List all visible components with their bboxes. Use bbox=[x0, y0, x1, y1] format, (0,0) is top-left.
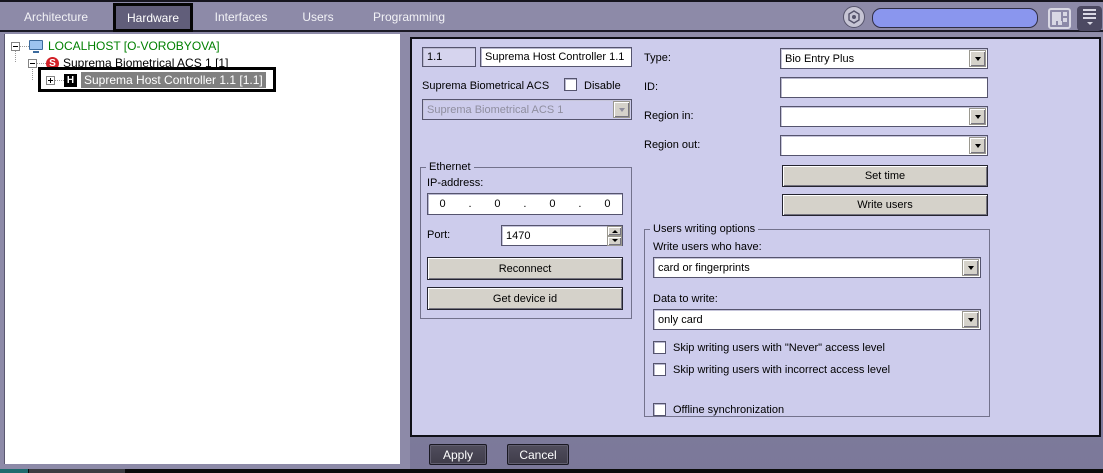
menu-item-label: Hardware bbox=[126, 10, 180, 25]
parent-object-dropdown: Suprema Biometrical ACS 1 bbox=[422, 99, 632, 120]
chevron-down-icon bbox=[613, 101, 630, 118]
search-input[interactable] bbox=[872, 8, 1038, 28]
chevron-down-icon[interactable] bbox=[969, 50, 986, 67]
collapse-icon[interactable] bbox=[11, 41, 20, 51]
controller-settings-panel: Suprema Biometrical ACS Disable Suprema … bbox=[410, 37, 1101, 437]
users-writing-options-group: Users writing options Write users who ha… bbox=[644, 223, 990, 417]
expand-icon[interactable] bbox=[46, 75, 55, 85]
ip-octet: 0 bbox=[494, 198, 501, 210]
set-time-button[interactable]: Set time bbox=[782, 165, 988, 187]
gear-glyph bbox=[848, 10, 860, 24]
suprema-s-icon: S bbox=[46, 56, 59, 70]
region-in-dropdown[interactable] bbox=[780, 106, 988, 127]
menu-item-label: Programming bbox=[372, 10, 446, 24]
skip-incorrect-access-checkbox[interactable] bbox=[653, 363, 666, 376]
tree-node-suprema-acs[interactable]: S Suprema Biometrical ACS 1 [1] bbox=[28, 55, 228, 71]
spin-down-icon[interactable] bbox=[607, 236, 622, 246]
chevron-down-icon[interactable] bbox=[969, 108, 986, 125]
device-id-field[interactable] bbox=[780, 77, 988, 98]
write-users-button[interactable]: Write users bbox=[782, 194, 988, 216]
type-dropdown[interactable]: Bio Entry Plus bbox=[780, 48, 988, 69]
chevron-down-icon[interactable] bbox=[969, 137, 986, 154]
collapse-icon[interactable] bbox=[28, 58, 37, 68]
apply-button[interactable]: Apply bbox=[429, 444, 487, 465]
write-users-who-have-dropdown[interactable]: card or fingerprints bbox=[653, 257, 981, 278]
ip-address-label: IP-address: bbox=[427, 177, 484, 189]
ip-address-input[interactable]: 0 . 0 . 0 . 0 bbox=[427, 193, 623, 215]
ip-separator: . bbox=[523, 198, 527, 210]
parent-type-label: Suprema Biometrical ACS bbox=[422, 80, 550, 92]
taskbar-start-segment bbox=[0, 469, 28, 473]
tree-node-label[interactable]: Suprema Biometrical ACS 1 [1] bbox=[63, 56, 228, 70]
offline-synchronization-checkbox[interactable] bbox=[653, 403, 666, 416]
layout-grid-icon[interactable] bbox=[1046, 6, 1073, 31]
disable-label: Disable bbox=[584, 80, 621, 92]
disable-checkbox[interactable] bbox=[564, 78, 577, 91]
skip-never-access-row[interactable]: Skip writing users with "Never" access l… bbox=[653, 341, 885, 354]
data-to-write-label: Data to write: bbox=[653, 293, 718, 305]
tree-node-label[interactable]: LOCALHOST [O-VOROBYOVA] bbox=[48, 39, 220, 53]
tree-node-label[interactable]: Suprema Host Controller 1.1 [1.1] bbox=[81, 72, 266, 88]
checkbox-label: Offline synchronization bbox=[673, 403, 785, 416]
dropdown-value: only card bbox=[658, 313, 703, 326]
reconnect-button[interactable]: Reconnect bbox=[427, 257, 623, 280]
port-input[interactable] bbox=[501, 225, 623, 246]
port-label: Port: bbox=[427, 229, 451, 241]
spin-up-icon[interactable] bbox=[607, 226, 622, 236]
data-to-write-dropdown[interactable]: only card bbox=[653, 309, 981, 330]
hamburger-menu-icon[interactable] bbox=[1077, 6, 1102, 31]
menu-item-label: Interfaces bbox=[214, 10, 268, 24]
hardware-tree-panel: LOCALHOST [O-VOROBYOVA] S Suprema Biomet… bbox=[4, 34, 400, 464]
settings-region: Suprema Biometrical ACS Disable Suprema … bbox=[410, 33, 1103, 473]
users-writing-options-title: Users writing options bbox=[653, 223, 756, 235]
id-label: ID: bbox=[644, 81, 659, 93]
menu-item-label: Users bbox=[302, 10, 334, 24]
ip-separator: . bbox=[468, 198, 472, 210]
tree-node-localhost[interactable]: LOCALHOST [O-VOROBYOVA] bbox=[11, 38, 220, 54]
type-label: Type: bbox=[644, 52, 671, 64]
cancel-button[interactable]: Cancel bbox=[507, 444, 569, 465]
region-out-label: Region out: bbox=[644, 139, 701, 151]
write-users-who-have-label: Write users who have: bbox=[653, 241, 762, 253]
object-id-field[interactable] bbox=[422, 47, 476, 67]
object-name-field[interactable] bbox=[480, 47, 632, 67]
menu-item-interfaces[interactable]: Interfaces bbox=[210, 4, 272, 30]
region-in-label: Region in: bbox=[644, 110, 694, 122]
checkbox-label: Skip writing users with "Never" access l… bbox=[673, 341, 885, 354]
menu-item-hardware[interactable]: Hardware bbox=[113, 3, 193, 32]
checkbox-label: Skip writing users with incorrect access… bbox=[673, 363, 891, 376]
ip-octet: 0 bbox=[604, 198, 611, 210]
skip-incorrect-access-row[interactable]: Skip writing users with incorrect access… bbox=[653, 363, 890, 376]
dropdown-value: Bio Entry Plus bbox=[785, 52, 855, 65]
menu-item-label: Architecture bbox=[23, 10, 89, 24]
ip-octet: 0 bbox=[439, 198, 446, 210]
menu-item-architecture[interactable]: Architecture bbox=[20, 4, 92, 30]
region-out-dropdown[interactable] bbox=[780, 135, 988, 156]
tree-node-host-controller[interactable]: H Suprema Host Controller 1.1 [1.1] bbox=[46, 72, 266, 88]
settings-icon[interactable] bbox=[843, 6, 865, 28]
taskbar-strip bbox=[0, 469, 1103, 473]
ethernet-group: Ethernet IP-address: 0 . 0 . 0 . 0 Port: bbox=[420, 161, 632, 319]
menu-item-programming[interactable]: Programming bbox=[373, 4, 445, 30]
skip-never-access-checkbox[interactable] bbox=[653, 341, 666, 354]
host-controller-h-icon: H bbox=[64, 73, 77, 87]
dropdown-value: Suprema Biometrical ACS 1 bbox=[427, 103, 564, 116]
computer-icon bbox=[29, 39, 44, 53]
top-menu-bar: Architecture Hardware Interfaces Users P… bbox=[0, 0, 1103, 32]
port-spinner[interactable] bbox=[501, 225, 623, 246]
menu-item-users[interactable]: Users bbox=[298, 4, 338, 30]
dropdown-value: card or fingerprints bbox=[658, 261, 750, 274]
ethernet-group-title: Ethernet bbox=[429, 161, 471, 173]
chevron-down-icon[interactable] bbox=[962, 311, 979, 328]
application-window: Architecture Hardware Interfaces Users P… bbox=[0, 0, 1103, 473]
ip-octet: 0 bbox=[549, 198, 556, 210]
ip-separator: . bbox=[578, 198, 582, 210]
chevron-down-icon[interactable] bbox=[962, 259, 979, 276]
offline-synchronization-row[interactable]: Offline synchronization bbox=[653, 403, 784, 416]
taskbar-segment bbox=[29, 469, 125, 473]
get-device-id-button[interactable]: Get device id bbox=[427, 287, 623, 310]
